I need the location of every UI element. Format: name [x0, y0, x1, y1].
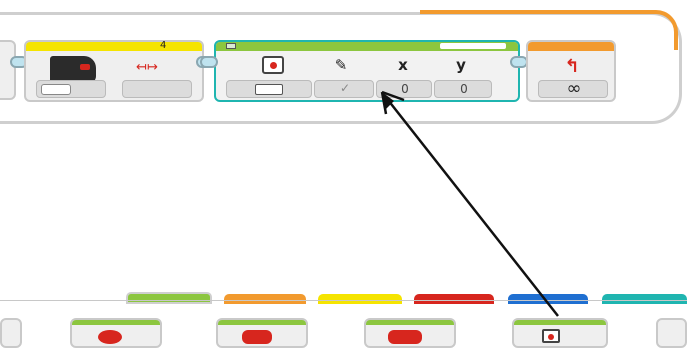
annotation-arrow	[380, 90, 559, 317]
arrow-line	[387, 99, 559, 317]
